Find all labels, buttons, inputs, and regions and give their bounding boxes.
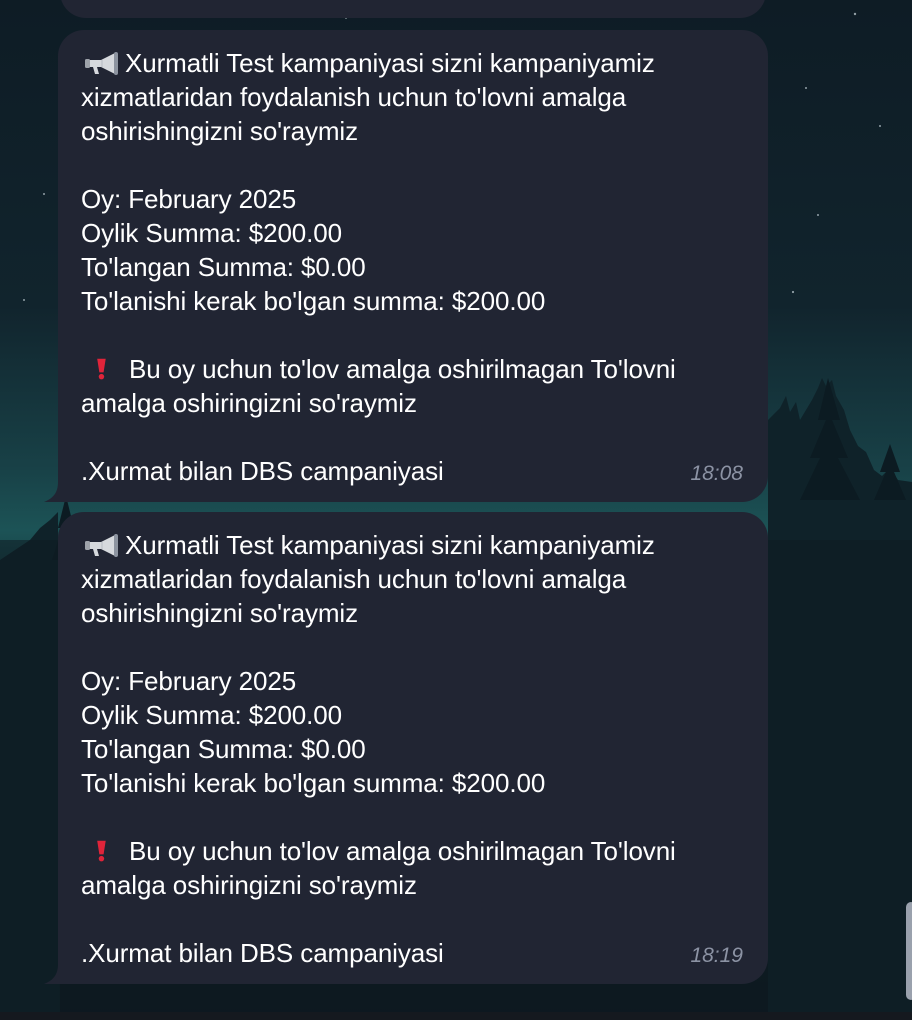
monthly-sum-line: Oylik Summa: $200.00 bbox=[81, 700, 343, 730]
bubble-tail bbox=[44, 964, 66, 984]
message-header-line: Xurmatli Test kampaniyasi sizni kampaniy… bbox=[81, 46, 744, 80]
message-header-line: xizmatlaridan foydalanish uchun to'lovni… bbox=[81, 564, 627, 594]
red-exclamation-icon bbox=[97, 358, 106, 380]
warning-line: Bu oy uchun to'lov amalga oshirilmagan T… bbox=[81, 352, 744, 386]
signature-line: .Xurmat bilan DBS campaniyasi bbox=[81, 938, 444, 968]
paid-sum-line: To'langan Summa: $0.00 bbox=[81, 252, 366, 282]
message-header-line: oshirishingizni so'raymiz bbox=[81, 598, 359, 628]
red-exclamation-icon bbox=[97, 840, 106, 862]
signature-line: .Xurmat bilan DBS campaniyasi bbox=[81, 456, 444, 486]
due-sum-line: To'lanishi kerak bo'lgan summa: $200.00 bbox=[81, 768, 546, 798]
month-line: Oy: February 2025 bbox=[81, 184, 297, 214]
bubble-tail bbox=[44, 482, 66, 502]
message-header-line: oshirishingizni so'raymiz bbox=[81, 116, 359, 146]
warning-line: amalga oshiringizni so'raymiz bbox=[81, 870, 417, 900]
megaphone-icon bbox=[85, 534, 118, 557]
warning-line: Bu oy uchun to'lov amalga oshirilmagan T… bbox=[81, 834, 744, 868]
previous-message-bubble bbox=[60, 0, 766, 18]
message-time: 18:08 bbox=[690, 462, 743, 485]
message-header-line: xizmatlaridan foydalanish uchun to'lovni… bbox=[81, 82, 627, 112]
due-sum-line: To'lanishi kerak bo'lgan summa: $200.00 bbox=[81, 286, 546, 316]
warning-line: amalga oshiringizni so'raymiz bbox=[81, 388, 417, 418]
message-time: 18:19 bbox=[690, 944, 743, 967]
paid-sum-line: To'langan Summa: $0.00 bbox=[81, 734, 366, 764]
message-bubble[interactable]: Xurmatli Test kampaniyasi sizni kampaniy… bbox=[44, 30, 768, 502]
monthly-sum-line: Oylik Summa: $200.00 bbox=[81, 218, 343, 248]
message-header-line: Xurmatli Test kampaniyasi sizni kampaniy… bbox=[81, 528, 744, 562]
input-bar-edge bbox=[0, 1012, 912, 1020]
scrollbar-handle[interactable] bbox=[906, 902, 912, 1000]
month-line: Oy: February 2025 bbox=[81, 666, 297, 696]
megaphone-icon bbox=[85, 52, 118, 75]
message-bubble[interactable]: Xurmatli Test kampaniyasi sizni kampaniy… bbox=[44, 512, 768, 984]
